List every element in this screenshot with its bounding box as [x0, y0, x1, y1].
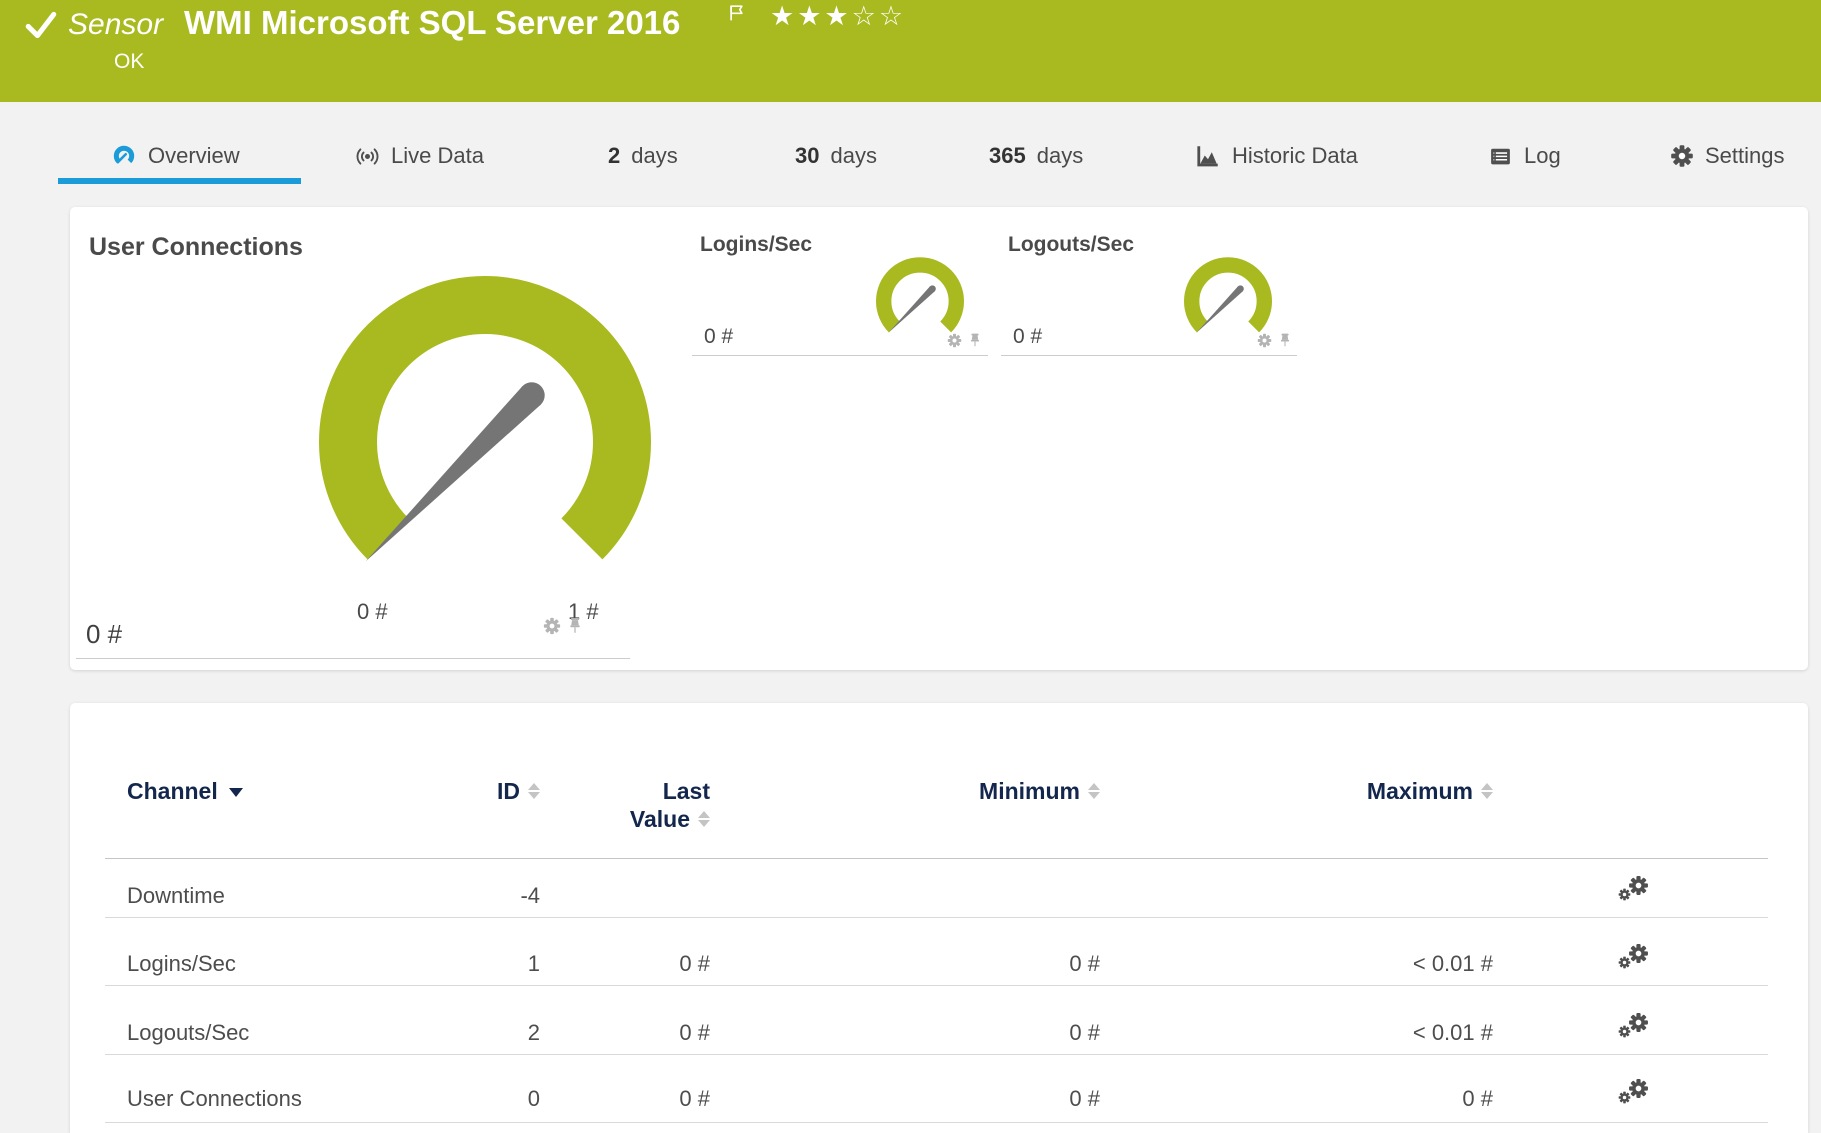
gear-icon — [1628, 1012, 1649, 1033]
primary-gauge-actions — [543, 617, 582, 635]
tab-live-data[interactable]: Live Data — [355, 143, 484, 169]
gauges-panel: User Connections 0 # 1 # 0 # Logins/Sec … — [70, 207, 1808, 670]
tab-settings[interactable]: Settings — [1670, 143, 1785, 169]
channel-settings-icon[interactable] — [1618, 943, 1654, 977]
divider — [105, 985, 1768, 986]
channel-gear-icon[interactable] — [543, 617, 561, 635]
gear-icon — [1628, 1078, 1649, 1099]
logouts-gauge — [1184, 257, 1272, 337]
column-header-last-value[interactable]: Last Value — [540, 777, 710, 833]
column-header-maximum[interactable]: Maximum — [1243, 777, 1493, 805]
divider — [105, 917, 1768, 918]
channel-name[interactable]: Logins/Sec — [127, 951, 407, 977]
divider — [105, 858, 1768, 859]
pin-icon[interactable] — [568, 617, 582, 635]
broadcast-icon — [355, 144, 380, 169]
logins-gauge-actions — [947, 333, 981, 348]
logouts-gauge-title: Logouts/Sec — [1008, 233, 1135, 256]
sort-icon[interactable] — [1481, 783, 1493, 799]
gear-icon — [1628, 875, 1649, 896]
log-list-icon — [1488, 144, 1513, 169]
sort-icon[interactable] — [698, 811, 710, 827]
gear-icon — [1670, 144, 1694, 168]
logins-gauge — [876, 257, 964, 337]
tab-365-days[interactable]: 365 days — [989, 143, 1083, 169]
tab-historic-data[interactable]: Historic Data — [1195, 143, 1358, 169]
gauge-min-label: 0 # — [357, 599, 388, 624]
ok-check-icon — [24, 8, 58, 42]
channel-settings-icon[interactable] — [1618, 1078, 1654, 1112]
tab-overview[interactable]: Overview — [111, 143, 240, 169]
logouts-gauge-value: 0 # — [1013, 325, 1043, 348]
channel-settings-icon[interactable] — [1618, 875, 1654, 909]
tab-2-days[interactable]: 2 days — [608, 143, 678, 169]
gear-icon — [1618, 1091, 1631, 1104]
divider — [105, 1054, 1768, 1055]
logins-gauge-value: 0 # — [704, 325, 734, 348]
channel-name[interactable]: Downtime — [127, 883, 407, 909]
tab-30-days[interactable]: 30 days — [795, 143, 877, 169]
priority-flag-icon[interactable] — [729, 4, 744, 26]
column-header-id[interactable]: ID — [390, 777, 540, 805]
sensor-status-header: Sensor WMI Microsoft SQL Server 2016 ★★★… — [0, 0, 1821, 102]
gauge-icon — [111, 143, 137, 169]
column-header-minimum[interactable]: Minimum — [900, 777, 1100, 805]
column-header-channel[interactable]: Channel — [127, 777, 407, 805]
user-connections-gauge — [319, 276, 651, 576]
divider — [105, 1122, 1768, 1123]
pin-icon[interactable] — [969, 333, 981, 348]
priority-stars[interactable]: ★★★☆☆ — [770, 1, 906, 32]
prtg-sensor-page: Sensor WMI Microsoft SQL Server 2016 ★★★… — [0, 0, 1821, 1133]
sort-icon[interactable] — [528, 783, 540, 799]
divider — [76, 658, 630, 659]
sort-caret-icon — [228, 788, 243, 797]
channel-name[interactable]: User Connections — [127, 1086, 407, 1112]
status-badge: OK — [114, 50, 145, 73]
gear-icon — [1618, 888, 1631, 901]
channel-gear-icon[interactable] — [1257, 333, 1272, 348]
gear-icon — [1618, 1025, 1631, 1038]
channels-table-panel: Channel ID Last Value Minimum Maximum Do… — [70, 703, 1808, 1133]
sensor-type-label: Sensor — [68, 8, 164, 41]
tab-log[interactable]: Log — [1488, 143, 1561, 169]
page-title: WMI Microsoft SQL Server 2016 — [184, 4, 681, 41]
divider — [692, 355, 988, 356]
channel-gear-icon[interactable] — [947, 333, 962, 348]
divider — [1001, 355, 1297, 356]
logouts-gauge-actions — [1257, 333, 1291, 348]
pin-icon[interactable] — [1279, 333, 1291, 348]
active-tab-underline — [58, 178, 301, 184]
channel-settings-icon[interactable] — [1618, 1012, 1654, 1046]
area-chart-icon — [1195, 143, 1221, 169]
primary-gauge-title: User Connections — [89, 233, 303, 261]
sort-icon[interactable] — [1088, 783, 1100, 799]
gear-icon — [1618, 956, 1631, 969]
primary-gauge-value: 0 # — [86, 619, 123, 649]
gear-icon — [1628, 943, 1649, 964]
channel-name[interactable]: Logouts/Sec — [127, 1020, 407, 1046]
logins-gauge-title: Logins/Sec — [700, 233, 813, 256]
